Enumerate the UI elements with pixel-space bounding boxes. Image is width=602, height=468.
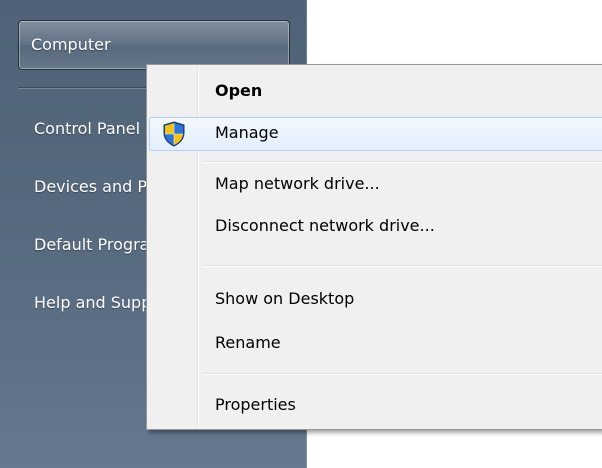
menu-item-label: Manage (215, 123, 279, 142)
menu-item-label: Open (215, 81, 263, 100)
menu-item-disconnect-network-drive[interactable]: Disconnect network drive... (149, 210, 602, 242)
menu-item-label: Map network drive... (215, 174, 380, 193)
menu-item-label: Rename (215, 333, 281, 352)
menu-item-rename[interactable]: Rename (149, 327, 602, 359)
uac-shield-icon (163, 121, 185, 147)
menu-item-map-network-drive[interactable]: Map network drive... (149, 168, 602, 200)
menu-separator (203, 373, 602, 375)
menu-separator (203, 161, 602, 163)
context-menu: Open Manage Map network drive... Disconn… (146, 64, 602, 430)
menu-item-open[interactable]: Open (149, 75, 602, 107)
menu-item-show-on-desktop[interactable]: Show on Desktop (149, 283, 602, 315)
menu-separator (203, 265, 602, 267)
menu-item-label: Show on Desktop (215, 289, 355, 308)
menu-item-properties[interactable]: Properties (149, 389, 602, 421)
menu-item-manage[interactable]: Manage (149, 117, 602, 151)
menu-item-label: Properties (215, 395, 296, 414)
start-item-computer[interactable]: Computer (18, 20, 290, 70)
menu-item-label: Disconnect network drive... (215, 216, 435, 235)
